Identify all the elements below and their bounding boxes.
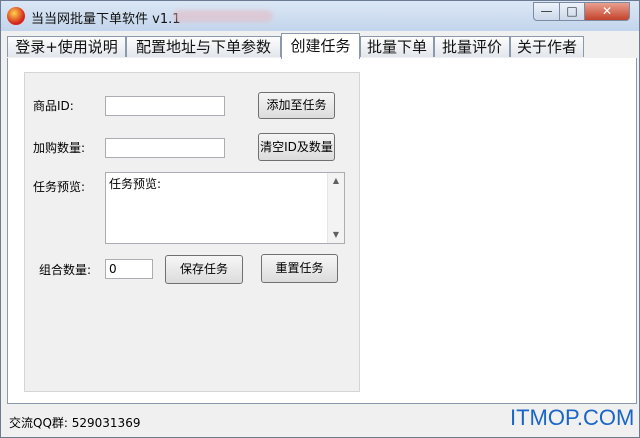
close-button[interactable]: ✕ — [584, 2, 630, 21]
scroll-up-arrow-icon[interactable]: ▲ — [328, 173, 344, 189]
minimize-button[interactable]: — — [533, 2, 560, 21]
quantity-label: 加购数量: — [33, 141, 86, 155]
product-id-label: 商品ID: — [33, 99, 74, 113]
reset-task-button[interactable]: 重置任务 — [261, 254, 338, 283]
app-window: 当当网批量下单软件 v1.1 — □ ✕ 登录+使用说明 配置地址与下单参数 创… — [0, 0, 640, 438]
task-form: 商品ID: 添加至任务 加购数量: 清空ID及数量 任务预览: 任务预览: ▲ … — [24, 72, 360, 392]
task-preview-text: 任务预览: — [109, 177, 162, 191]
clear-id-quantity-button[interactable]: 清空ID及数量 — [258, 133, 335, 161]
app-logo-icon — [7, 7, 25, 25]
tab-about-author[interactable]: 关于作者 — [510, 36, 584, 57]
preview-scrollbar[interactable]: ▲ ▼ — [327, 173, 344, 243]
create-task-panel: 商品ID: 添加至任务 加购数量: 清空ID及数量 任务预览: 任务预览: ▲ … — [7, 58, 637, 404]
window-title: 当当网批量下单软件 v1.1 — [31, 12, 181, 27]
tab-batch-order[interactable]: 批量下单 — [360, 36, 434, 57]
tab-create-task[interactable]: 创建任务 — [281, 33, 360, 59]
product-id-input[interactable] — [105, 96, 225, 116]
maximize-button[interactable]: □ — [559, 2, 585, 21]
preview-label: 任务预览: — [33, 180, 86, 194]
add-to-task-button[interactable]: 添加至任务 — [258, 92, 335, 119]
quantity-input[interactable] — [105, 138, 225, 158]
tab-batch-review[interactable]: 批量评价 — [434, 36, 510, 57]
qq-group-status: 交流QQ群: 529031369 — [9, 416, 141, 430]
title-bar[interactable]: 当当网批量下单软件 v1.1 — □ ✕ — [1, 1, 639, 31]
combo-count-input[interactable]: 0 — [105, 259, 153, 279]
combo-count-label: 组合数量: — [39, 263, 92, 277]
scroll-down-arrow-icon[interactable]: ▼ — [328, 227, 344, 243]
tab-strip: 登录+使用说明 配置地址与下单参数 创建任务 批量下单 批量评价 关于作者 — [7, 33, 637, 59]
save-task-button[interactable]: 保存任务 — [165, 255, 243, 284]
tab-address-config[interactable]: 配置地址与下单参数 — [126, 36, 281, 57]
site-watermark: ITMOP.COM — [510, 405, 635, 430]
tab-login-instructions[interactable]: 登录+使用说明 — [7, 36, 126, 57]
status-bar: 交流QQ群: 529031369 ITMOP.COM — [1, 405, 639, 437]
title-blur-overlay — [173, 10, 273, 22]
task-preview-textarea[interactable]: 任务预览: ▲ ▼ — [105, 172, 345, 244]
